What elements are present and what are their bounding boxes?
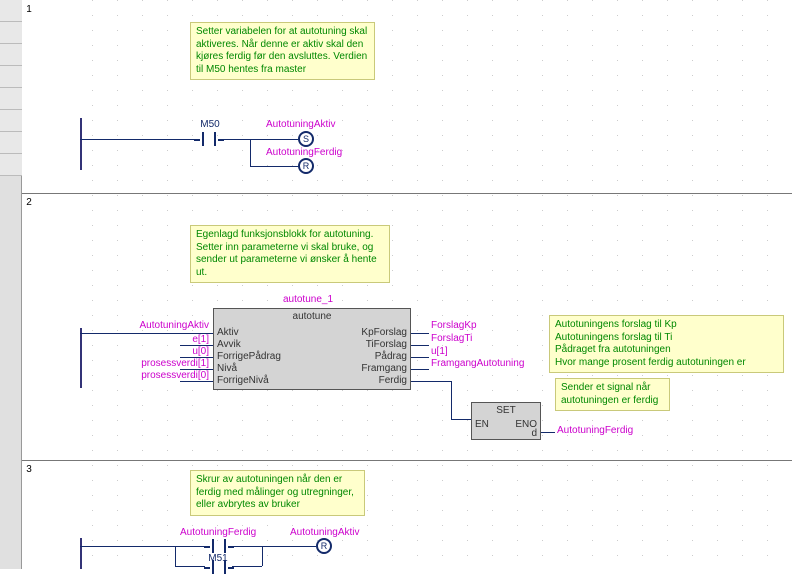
coil-reset-autotuning-aktiv[interactable]: R xyxy=(316,538,332,554)
wire xyxy=(222,139,298,140)
comment-box: Autotuningens forslag til Kp Autotuninge… xyxy=(549,315,784,373)
fb-pin-niva: Nivå xyxy=(217,363,237,374)
set-title: SET xyxy=(472,403,540,416)
contact-autotuning-ferdig[interactable] xyxy=(210,539,228,553)
function-block-autotune[interactable]: autotune Aktiv Avvik ForrigePådrag Nivå … xyxy=(213,308,411,390)
power-rail xyxy=(80,538,82,569)
left-gutter xyxy=(0,0,22,569)
contact-m50[interactable] xyxy=(200,132,218,146)
wire xyxy=(180,381,213,382)
wire xyxy=(250,166,298,167)
contact-label-m50: M50 xyxy=(192,119,228,130)
rung-divider xyxy=(22,460,792,461)
set-pin-en: EN xyxy=(475,419,489,430)
fb-pin-forrige-niva: ForrigeNivå xyxy=(217,375,269,386)
fb-in-autotuning-aktiv: AutotuningAktiv xyxy=(131,320,209,331)
wire xyxy=(250,139,251,166)
wire xyxy=(175,546,176,566)
coil-set-autotuning-aktiv[interactable]: S xyxy=(298,131,314,147)
fb-out-u1: u[1] xyxy=(431,346,448,357)
contact-label-m51: M51 xyxy=(200,553,236,564)
coil-label-autotuning-aktiv-reset: AutotuningAktiv xyxy=(290,527,360,538)
ladder-diagram-canvas: 1 2 3 Setter variabelen for at autotunin… xyxy=(0,0,792,569)
function-block-set[interactable]: SET EN ENO d xyxy=(471,402,541,440)
wire xyxy=(451,419,471,420)
wire xyxy=(411,357,429,358)
rung-number-1: 1 xyxy=(22,4,36,15)
fb-out-framgang: FramgangAutotuning xyxy=(431,358,524,369)
wire xyxy=(411,345,429,346)
rung-number-3: 3 xyxy=(22,464,36,475)
coil-label-autotuning-aktiv: AutotuningAktiv xyxy=(266,119,336,130)
wire xyxy=(541,432,555,433)
fb-pin-padrag: Pådrag xyxy=(375,351,407,362)
comment-box: Egenlagd funksjonsblokk for autotuning. … xyxy=(190,225,390,283)
wire xyxy=(80,546,204,547)
dot-grid xyxy=(80,0,792,569)
comment-box: Setter variabelen for at autotuning skal… xyxy=(190,22,375,80)
rung-number-2: 2 xyxy=(22,197,36,208)
power-rail xyxy=(80,118,82,170)
set-pin-d: d xyxy=(531,428,537,439)
comment-box: Skrur av autotuningen når den er ferdig … xyxy=(190,470,365,516)
fb-pin-tiforslag: TiForslag xyxy=(366,339,407,350)
wire xyxy=(175,566,205,567)
fb-in-pv0: prosessverdi[0] xyxy=(120,370,209,381)
rung-divider xyxy=(22,193,792,194)
fb-out-forslag-ti: ForslagTi xyxy=(431,333,472,344)
coil-label-autotuning-ferdig: AutotuningFerdig xyxy=(266,147,342,158)
wire xyxy=(411,369,429,370)
comment-box: Sender et signal når autotuningen er fer… xyxy=(555,378,670,411)
fb-in-u0: u[0] xyxy=(155,346,209,357)
wire xyxy=(451,381,452,419)
fb-pin-avvik: Avvik xyxy=(217,339,241,350)
fb-out-forslag-kp: ForslagKp xyxy=(431,320,477,331)
fb-pin-ferdig: Ferdig xyxy=(379,375,407,386)
wire xyxy=(232,566,262,567)
fb-in-pv1: prosessverdi[1] xyxy=(120,358,209,369)
wire xyxy=(80,139,195,140)
fb-pin-forrige-padrag: ForrigePådrag xyxy=(217,351,281,362)
coil-reset-autotuning-ferdig[interactable]: R xyxy=(298,158,314,174)
fb-type-name: autotune xyxy=(214,309,410,322)
fb-instance-name: autotune_1 xyxy=(248,294,368,305)
wire xyxy=(411,333,429,334)
wire xyxy=(262,546,263,566)
contact-label-autotuning-ferdig: AutotuningFerdig xyxy=(180,527,256,538)
power-rail xyxy=(80,328,82,388)
fb-in-e1: e[1] xyxy=(155,334,209,345)
fb-pin-aktiv: Aktiv xyxy=(217,327,239,338)
fb-pin-framgang: Framgang xyxy=(361,363,407,374)
wire xyxy=(411,381,451,382)
wire xyxy=(232,546,316,547)
set-out-autotuning-ferdig: AutotuningFerdig xyxy=(557,425,633,436)
fb-pin-kpforslag: KpForslag xyxy=(361,327,407,338)
